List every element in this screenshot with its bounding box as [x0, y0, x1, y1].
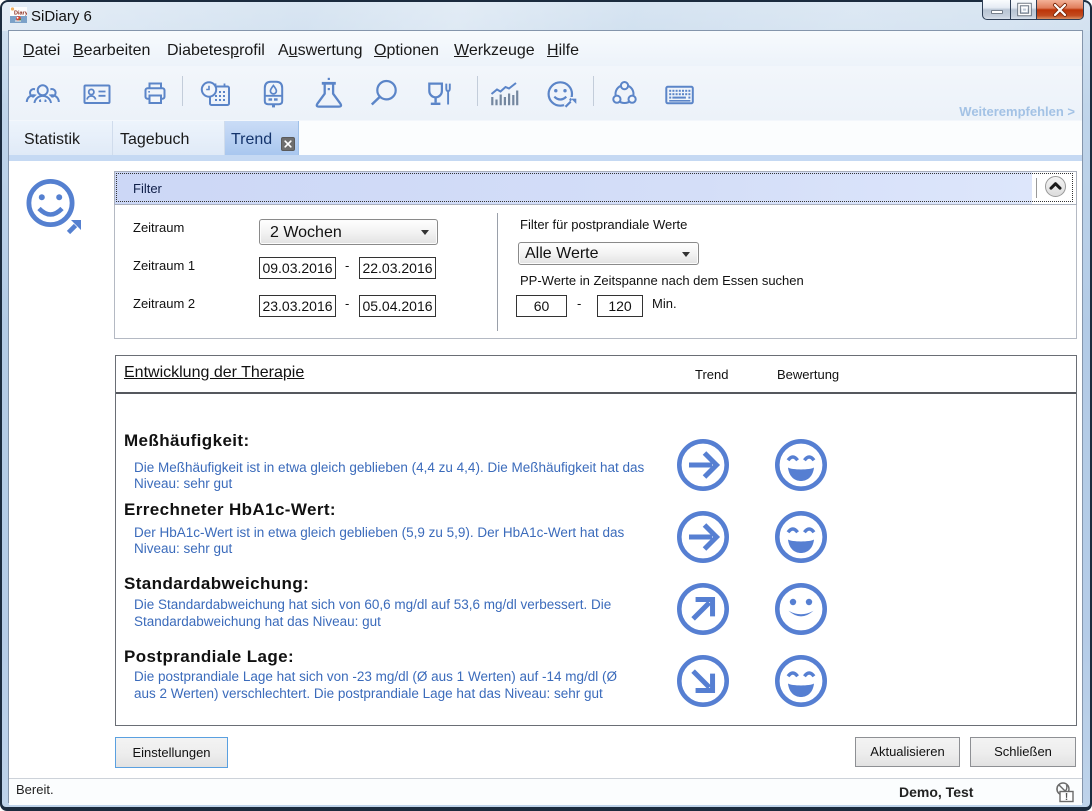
svg-text:Diary: Diary: [14, 11, 27, 17]
svg-text:!: !: [1065, 792, 1068, 803]
